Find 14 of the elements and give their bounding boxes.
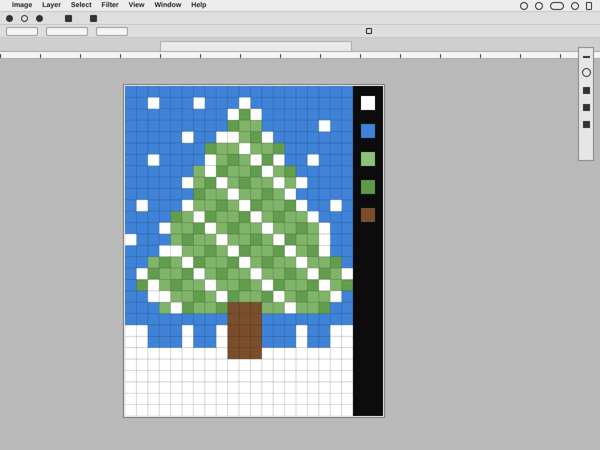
color-swatch[interactable]: [361, 124, 375, 138]
color-swatch[interactable]: [361, 208, 375, 222]
circle-icon[interactable]: [582, 68, 590, 77]
dropdown[interactable]: [6, 26, 38, 36]
color-swatch[interactable]: [361, 96, 375, 110]
color-swatch[interactable]: [361, 180, 375, 194]
square-icon[interactable]: [366, 28, 372, 34]
battery-icon[interactable]: [586, 2, 592, 10]
text-field[interactable]: [96, 26, 128, 36]
search-icon[interactable]: [21, 14, 28, 22]
color-swatch[interactable]: [361, 152, 375, 166]
input-field[interactable]: [46, 26, 88, 36]
status-icon[interactable]: [571, 2, 579, 10]
status-icon[interactable]: [550, 2, 564, 10]
